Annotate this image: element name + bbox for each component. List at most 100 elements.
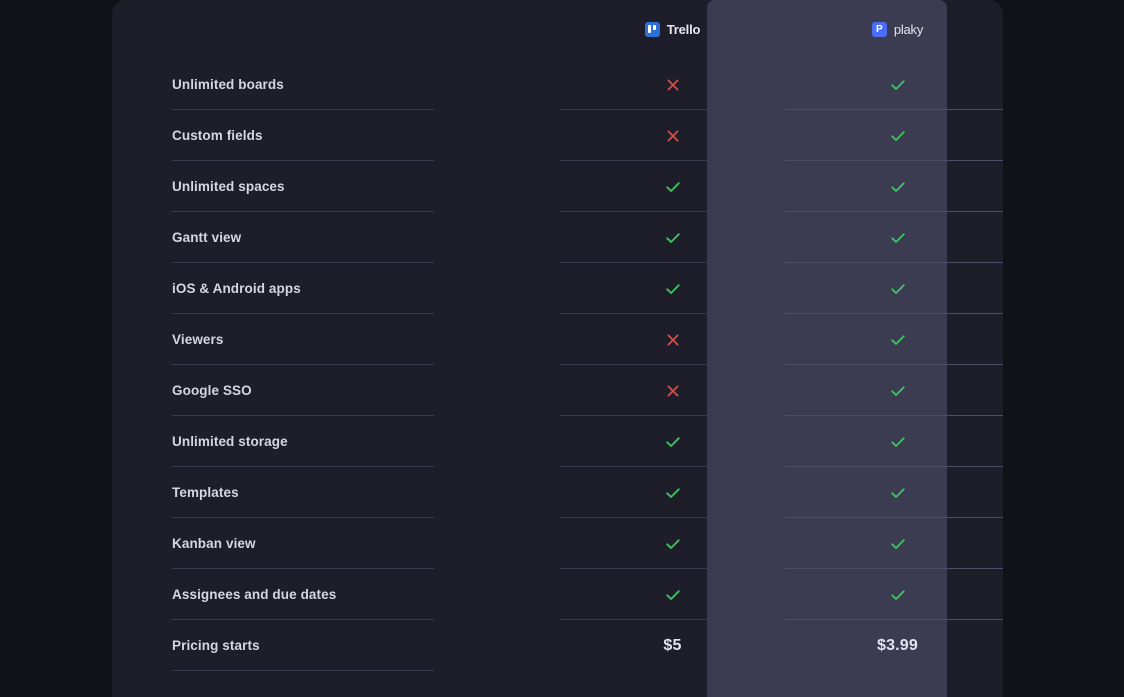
table-row: Unlimited spaces (112, 161, 1003, 212)
support-cell-trello (560, 365, 785, 416)
vendor-header-trello[interactable]: Trello (560, 0, 785, 59)
check-icon (665, 281, 681, 297)
feature-name-wrap: Kanban view (112, 518, 560, 569)
check-icon (665, 587, 681, 603)
plaky-logo-icon: P (872, 22, 887, 37)
comparison-panel: Trello Pplaky Unlimited boards Custom field… (112, 0, 1003, 697)
support-cell-trello (560, 467, 785, 518)
comparison-page: Trello Pplaky Unlimited boards Custom field… (0, 0, 1124, 697)
feature-name-wrap: Assignees and due dates (112, 569, 560, 620)
feature-cell: Unlimited boards (112, 59, 560, 110)
support-cell-plaky (785, 569, 1003, 620)
pricing-label-cell: Pricing starts (112, 620, 560, 671)
feature-label: Unlimited spaces (172, 180, 285, 194)
header-spacer-cell (112, 0, 560, 59)
table-header-row: Trello Pplaky (112, 0, 1003, 59)
vendor-header-plaky[interactable]: Pplaky (785, 0, 1003, 59)
support-mark-wrap (560, 365, 785, 416)
pricing-label-wrap: Pricing starts (112, 620, 560, 671)
pricing-row: Pricing starts $5 $3.99 (112, 620, 1003, 671)
check-icon (890, 434, 906, 450)
feature-name-wrap: Unlimited storage (112, 416, 560, 467)
feature-cell: Custom fields (112, 110, 560, 161)
check-icon (890, 485, 906, 501)
feature-cell: Unlimited spaces (112, 161, 560, 212)
feature-label: Unlimited boards (172, 78, 284, 92)
table-row: Viewers (112, 314, 1003, 365)
feature-name-wrap: iOS & Android apps (112, 263, 560, 314)
feature-name-wrap: Viewers (112, 314, 560, 365)
support-cell-trello (560, 59, 785, 110)
support-mark-wrap (560, 59, 785, 110)
feature-label: Viewers (172, 333, 224, 347)
support-cell-trello (560, 569, 785, 620)
table-row: Kanban view (112, 518, 1003, 569)
pricing-value-trello: $5 (663, 637, 681, 655)
check-icon (890, 383, 906, 399)
check-icon (665, 230, 681, 246)
support-mark-wrap (785, 212, 1003, 263)
pricing-cell-trello: $5 (560, 620, 785, 671)
support-cell-trello (560, 416, 785, 467)
vendor-name-plaky: plaky (894, 22, 923, 37)
cross-icon (665, 332, 681, 348)
check-icon (665, 434, 681, 450)
support-mark-wrap (785, 518, 1003, 569)
check-icon (665, 536, 681, 552)
support-mark-wrap (785, 467, 1003, 518)
feature-cell: Gantt view (112, 212, 560, 263)
feature-comparison-table: Trello Pplaky Unlimited boards Custom field… (112, 0, 1003, 671)
support-mark-wrap (560, 416, 785, 467)
support-cell-plaky (785, 314, 1003, 365)
feature-name-wrap: Templates (112, 467, 560, 518)
feature-cell: Viewers (112, 314, 560, 365)
support-mark-wrap (560, 212, 785, 263)
support-mark-wrap (785, 314, 1003, 365)
trello-logo-icon (645, 22, 660, 37)
pricing-label: Pricing starts (172, 639, 260, 653)
support-mark-wrap (785, 569, 1003, 620)
feature-name-wrap: Custom fields (112, 110, 560, 161)
feature-name-wrap: Gantt view (112, 212, 560, 263)
feature-label: Google SSO (172, 384, 252, 398)
vendor-logo-trello: Trello (560, 22, 785, 37)
check-icon (890, 128, 906, 144)
support-mark-wrap (785, 161, 1003, 212)
cross-icon (665, 77, 681, 93)
support-cell-plaky (785, 365, 1003, 416)
feature-cell: Unlimited storage (112, 416, 560, 467)
support-cell-trello (560, 110, 785, 161)
support-cell-trello (560, 263, 785, 314)
feature-label: iOS & Android apps (172, 282, 301, 296)
support-mark-wrap (560, 467, 785, 518)
vendor-name-trello: Trello (667, 22, 700, 37)
support-mark-wrap (785, 59, 1003, 110)
table-row: Unlimited storage (112, 416, 1003, 467)
feature-cell: Assignees and due dates (112, 569, 560, 620)
feature-label: Custom fields (172, 129, 263, 143)
check-icon (890, 536, 906, 552)
feature-label: Templates (172, 486, 239, 500)
support-cell-trello (560, 212, 785, 263)
support-mark-wrap (785, 365, 1003, 416)
feature-label: Assignees and due dates (172, 588, 336, 602)
vendor-logo-plaky: Pplaky (785, 22, 1003, 37)
check-icon (890, 587, 906, 603)
feature-label: Unlimited storage (172, 435, 288, 449)
feature-cell: Kanban view (112, 518, 560, 569)
feature-name-wrap: Unlimited spaces (112, 161, 560, 212)
table-row: Templates (112, 467, 1003, 518)
table-row: Assignees and due dates (112, 569, 1003, 620)
pricing-value-wrap: $3.99 (785, 620, 1003, 671)
feature-label: Kanban view (172, 537, 256, 551)
check-icon (890, 77, 906, 93)
support-mark-wrap (560, 263, 785, 314)
feature-cell: Google SSO (112, 365, 560, 416)
support-cell-trello (560, 518, 785, 569)
support-cell-plaky (785, 467, 1003, 518)
cross-icon (665, 383, 681, 399)
row-divider (172, 670, 434, 671)
feature-cell: iOS & Android apps (112, 263, 560, 314)
support-cell-plaky (785, 263, 1003, 314)
pricing-value-plaky: $3.99 (877, 637, 918, 655)
